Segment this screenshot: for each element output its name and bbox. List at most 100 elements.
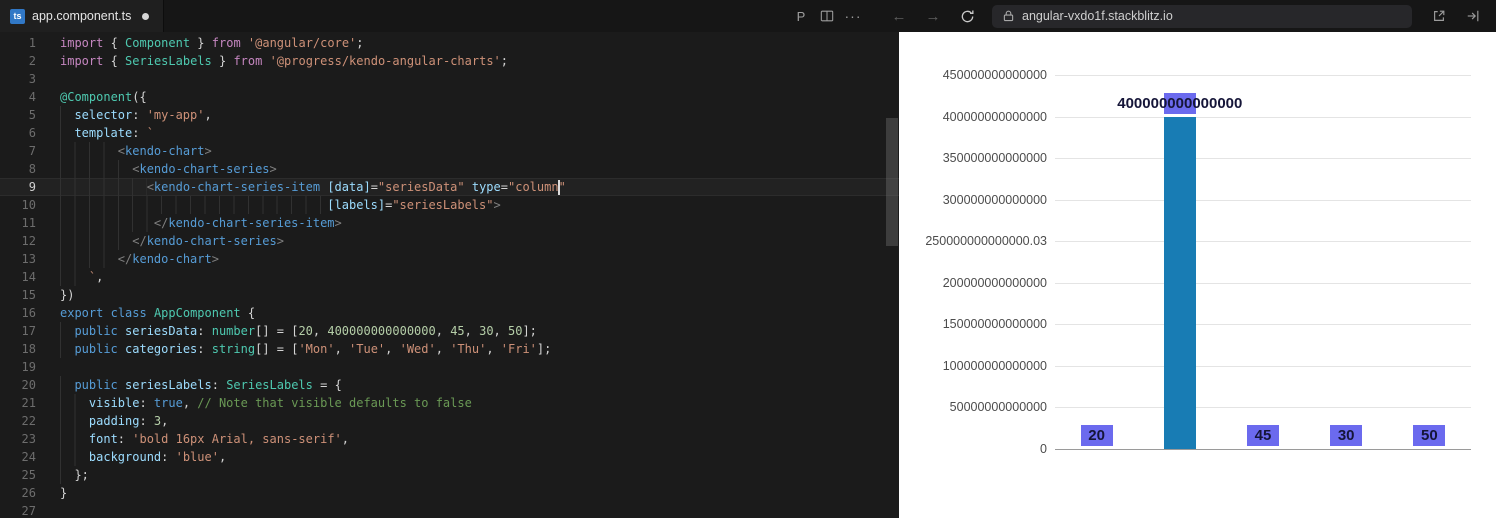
line-number[interactable]: 5: [0, 106, 36, 124]
line-number[interactable]: 15: [0, 286, 36, 304]
line-number[interactable]: 4: [0, 88, 36, 106]
line-number[interactable]: 11: [0, 214, 36, 232]
code-line[interactable]: 7 <kendo-chart>: [0, 142, 899, 160]
line-number[interactable]: 19: [0, 358, 36, 376]
code-line[interactable]: 9 <kendo-chart-series-item [data]="series…: [0, 178, 899, 196]
indent-guides: [60, 160, 133, 178]
line-number[interactable]: 9: [0, 178, 36, 196]
y-axis-tick-label: 100000000000000: [942, 358, 1047, 373]
line-number[interactable]: 27: [0, 502, 36, 518]
line-number[interactable]: 14: [0, 268, 36, 286]
code-line-content: visible: true, // Note that visible defa…: [60, 394, 472, 412]
open-in-new-window-button[interactable]: [1426, 3, 1452, 29]
typescript-file-icon: ts: [10, 8, 25, 24]
indent-guides: [60, 268, 89, 286]
editor-scrollbar[interactable]: [885, 32, 899, 518]
code-line[interactable]: 3: [0, 70, 899, 88]
scrollbar-thumb[interactable]: [886, 118, 898, 246]
indent-guides: [60, 376, 75, 394]
code-line-content: padding: 3,: [60, 412, 168, 430]
code-line-content: @Component({: [60, 90, 147, 104]
kendo-bar-chart: 450000000000000 400000000000000 3500000000…: [899, 32, 1496, 518]
indent-guides: [60, 142, 118, 160]
code-line[interactable]: 10 [labels]="seriesLabels">: [0, 196, 899, 214]
code-line[interactable]: 19: [0, 358, 899, 376]
main-split: 1 import { Component } from '@angular/cor…: [0, 32, 1496, 518]
toggle-preview-pane-button[interactable]: [1460, 3, 1486, 29]
more-actions-button[interactable]: ···: [840, 3, 866, 29]
line-number[interactable]: 1: [0, 34, 36, 52]
y-axis-tick-label: 150000000000000: [942, 317, 1047, 332]
grid-line: [1055, 158, 1471, 160]
bar-value-label: 30: [1330, 425, 1363, 446]
code-line-content: <kendo-chart-series-item [data]="seriesD…: [60, 178, 566, 196]
code-line[interactable]: 24 background: 'blue',: [0, 448, 899, 466]
forward-button[interactable]: →: [920, 3, 946, 29]
code-line[interactable]: 5 selector: 'my-app',: [0, 106, 899, 124]
line-number[interactable]: 16: [0, 304, 36, 322]
code-line-content: <kendo-chart>: [60, 142, 212, 160]
code-line[interactable]: 8 <kendo-chart-series>: [0, 160, 899, 178]
code-line[interactable]: 1 import { Component } from '@angular/cor…: [0, 34, 899, 52]
code-line[interactable]: 23 font: 'bold 16px Arial, sans-serif',: [0, 430, 899, 448]
line-number[interactable]: 7: [0, 142, 36, 160]
indent-guides: [60, 124, 75, 142]
code-line[interactable]: 21 visible: true, // Note that visible de…: [0, 394, 899, 412]
code-editor[interactable]: 1 import { Component } from '@angular/cor…: [0, 32, 899, 518]
line-number[interactable]: 17: [0, 322, 36, 340]
indent-guides: [60, 106, 75, 124]
bar-value-label: 20: [1080, 425, 1113, 446]
code-line[interactable]: 18 public categories: string[] = ['Mon', …: [0, 340, 899, 358]
editor-tab-app-component-ts[interactable]: ts app.component.ts: [0, 0, 165, 32]
code-line[interactable]: 2 import { SeriesLabels } from '@progress…: [0, 52, 899, 70]
grid-line: [1055, 324, 1471, 326]
code-line[interactable]: 15}): [0, 286, 899, 304]
code-line-content: public seriesData: number[] = [20, 40000…: [60, 322, 537, 340]
code-line-content: }: [60, 486, 68, 500]
back-button[interactable]: ←: [886, 3, 912, 29]
line-number[interactable]: 2: [0, 52, 36, 70]
line-number[interactable]: 20: [0, 376, 36, 394]
code-line-content: };: [60, 466, 89, 484]
code-line-content: background: 'blue',: [60, 448, 226, 466]
line-number[interactable]: 13: [0, 250, 36, 268]
code-line-content: `,: [60, 268, 103, 286]
line-number[interactable]: 26: [0, 484, 36, 502]
split-editor-button[interactable]: [814, 3, 840, 29]
refresh-icon: [961, 10, 973, 22]
code-line[interactable]: 12 </kendo-chart-series>: [0, 232, 899, 250]
code-line[interactable]: 13 </kendo-chart>: [0, 250, 899, 268]
line-number[interactable]: 3: [0, 70, 36, 88]
code-line[interactable]: 25};: [0, 466, 899, 484]
code-line[interactable]: 4 @Component({: [0, 88, 899, 106]
code-line[interactable]: 20 public seriesLabels: SeriesLabels = {: [0, 376, 899, 394]
y-axis-tick-label: 0: [1040, 442, 1047, 456]
code-line[interactable]: 17 public seriesData: number[] = [20, 400…: [0, 322, 899, 340]
code-line[interactable]: 26}: [0, 484, 899, 502]
code-line[interactable]: 6 template: `: [0, 124, 899, 142]
collapse-panel-icon: [1467, 10, 1479, 22]
code-line-content: export class AppComponent {: [60, 306, 256, 320]
code-line[interactable]: 22 padding: 3,: [0, 412, 899, 430]
unsaved-changes-dot: [142, 12, 150, 20]
line-number[interactable]: 10: [0, 196, 36, 214]
line-number[interactable]: 23: [0, 430, 36, 448]
preview-address-bar[interactable]: angular-vxdo1f.stackblitz.io: [992, 4, 1412, 28]
code-line[interactable]: 16 export class AppComponent {: [0, 304, 899, 322]
line-number[interactable]: 21: [0, 394, 36, 412]
code-line[interactable]: 11 </kendo-chart-series-item>: [0, 214, 899, 232]
grid-line: [1055, 241, 1471, 243]
code-line[interactable]: 14 `,: [0, 268, 899, 286]
line-number[interactable]: 22: [0, 412, 36, 430]
line-number[interactable]: 24: [0, 448, 36, 466]
code-line[interactable]: 27: [0, 502, 899, 518]
line-number[interactable]: 18: [0, 340, 36, 358]
line-number[interactable]: 6: [0, 124, 36, 142]
prettier-button[interactable]: P: [788, 3, 814, 29]
grid-line: [1055, 282, 1471, 284]
line-number[interactable]: 25: [0, 466, 36, 484]
line-number[interactable]: 12: [0, 232, 36, 250]
y-axis-tick-label: 450000000000000: [942, 68, 1047, 82]
refresh-button[interactable]: [954, 3, 980, 29]
line-number[interactable]: 8: [0, 160, 36, 178]
